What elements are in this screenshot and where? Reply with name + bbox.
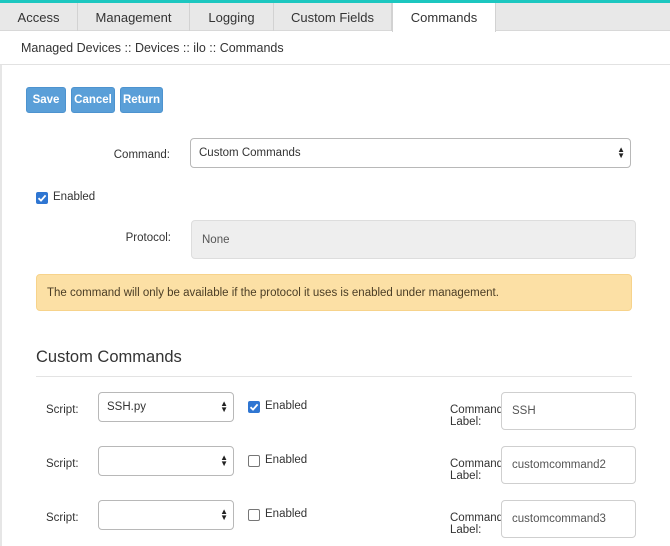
select-caret-icon: ▲ ▼: [220, 507, 228, 522]
tab-access[interactable]: Access: [0, 3, 78, 31]
script-select[interactable]: ▲ ▼: [98, 500, 234, 530]
command-label-input[interactable]: SSH: [501, 392, 636, 430]
tab-label: Access: [17, 9, 60, 25]
command-label-caption: Command Label:: [450, 512, 504, 536]
cancel-button[interactable]: Cancel: [71, 87, 115, 113]
command-label-value: SSH: [512, 405, 536, 417]
command-label-input[interactable]: customcommand2: [501, 446, 636, 484]
command-label: Command:: [113, 149, 170, 161]
tab-label: Commands: [410, 10, 478, 25]
left-border: [0, 65, 2, 546]
protocol-field: None: [191, 220, 636, 259]
tab-label: Management: [95, 9, 172, 25]
warning-alert: The command will only be available if th…: [36, 274, 632, 311]
section-divider: [36, 376, 632, 377]
return-button[interactable]: Return: [120, 87, 163, 113]
select-caret-icon: ▲ ▼: [220, 453, 228, 468]
command-label-caption: Command Label:: [450, 404, 504, 428]
script-select[interactable]: SSH.py ▲ ▼: [98, 392, 234, 422]
script-select-value: SSH.py: [107, 401, 146, 413]
tab-management[interactable]: Management: [78, 3, 190, 31]
script-enabled-checkbox[interactable]: [248, 455, 260, 467]
tab-logging[interactable]: Logging: [190, 3, 274, 31]
script-label: Script:: [46, 458, 79, 470]
command-label-value: customcommand2: [512, 459, 606, 471]
tab-commands[interactable]: Commands: [392, 3, 496, 32]
tab-bar: Access Management Logging Custom Fields …: [0, 3, 670, 32]
section-title: Custom Commands: [36, 348, 182, 366]
select-caret-icon: ▲ ▼: [617, 145, 625, 160]
tab-label: Logging: [208, 9, 255, 25]
tab-label: Custom Fields: [290, 9, 375, 25]
script-enabled-label: Enabled: [265, 400, 308, 412]
checkmark-icon: [249, 403, 259, 411]
breadcrumb: Managed Devices :: Devices :: ilo :: Com…: [0, 32, 670, 65]
command-select-value: Custom Commands: [199, 147, 301, 159]
script-select[interactable]: ▲ ▼: [98, 446, 234, 476]
command-label-value: customcommand3: [512, 513, 606, 525]
command-select[interactable]: Custom Commands ▲ ▼: [190, 138, 631, 168]
save-button[interactable]: Save: [26, 87, 66, 113]
script-label: Script:: [46, 404, 79, 416]
script-enabled-checkbox[interactable]: [248, 401, 260, 413]
alert-text: The command will only be available if th…: [47, 286, 499, 299]
script-enabled-label: Enabled: [265, 508, 308, 520]
command-label-caption: Command Label:: [450, 458, 504, 482]
enabled-checkbox[interactable]: [36, 192, 48, 204]
script-enabled-checkbox[interactable]: [248, 509, 260, 521]
protocol-value: None: [202, 233, 230, 246]
checkmark-icon: [37, 194, 47, 202]
select-caret-icon: ▲ ▼: [220, 399, 228, 414]
breadcrumb-text: Managed Devices :: Devices :: ilo :: Com…: [21, 41, 284, 55]
script-enabled-label: Enabled: [265, 454, 308, 466]
protocol-label: Protocol:: [125, 232, 171, 244]
command-label-input[interactable]: customcommand3: [501, 500, 636, 538]
tab-custom-fields[interactable]: Custom Fields: [274, 3, 392, 31]
enabled-label: Enabled: [53, 191, 96, 203]
script-label: Script:: [46, 512, 79, 524]
